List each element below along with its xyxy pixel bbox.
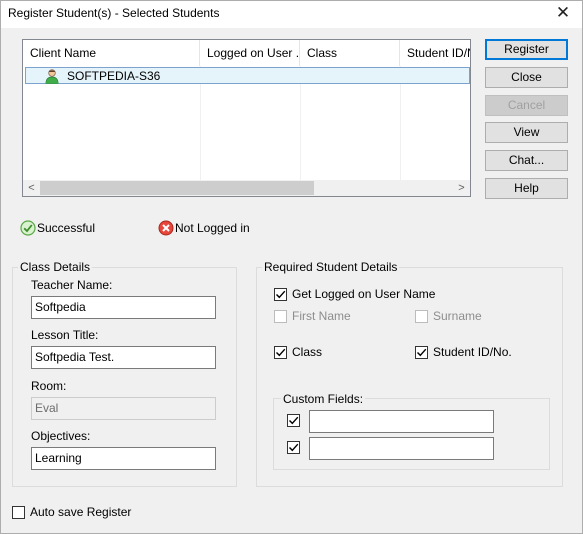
register-button[interactable]: Register xyxy=(485,39,568,60)
close-button[interactable]: Close xyxy=(485,67,568,88)
checkbox-box xyxy=(274,310,287,323)
custom-fields-title: Custom Fields: xyxy=(281,392,366,406)
objectives-label: Objectives: xyxy=(31,429,91,443)
horizontal-scrollbar[interactable]: < > xyxy=(23,180,470,196)
cancel-button[interactable]: Cancel xyxy=(485,95,568,116)
class-details-title: Class Details xyxy=(18,260,93,274)
first-name-label: First Name xyxy=(292,309,351,323)
lesson-title-field[interactable]: Softpedia Test. xyxy=(31,346,216,369)
column-logged-on-user[interactable]: Logged on User ... xyxy=(200,40,300,66)
chat-button[interactable]: Chat... xyxy=(485,150,568,171)
teacher-name-field[interactable]: Softpedia xyxy=(31,296,216,319)
objectives-field[interactable]: Learning xyxy=(31,447,216,470)
help-button[interactable]: Help xyxy=(485,178,568,199)
required-details-title: Required Student Details xyxy=(262,260,400,274)
checkbox-box xyxy=(287,441,300,454)
window-title: Register Student(s) - Selected Students xyxy=(8,6,220,20)
student-user-icon xyxy=(44,68,60,84)
list-header: Client Name Logged on User ... Class Stu… xyxy=(23,40,470,66)
column-student-id[interactable]: Student ID/No xyxy=(400,40,470,66)
custom-field-2-input[interactable] xyxy=(309,437,494,460)
checkbox-box xyxy=(415,310,428,323)
class-label: Class xyxy=(292,345,323,359)
checkbox-box xyxy=(287,414,300,427)
scroll-left-icon[interactable]: < xyxy=(23,180,40,196)
list-item[interactable]: SOFTPEDIA-S36 xyxy=(25,67,470,84)
scroll-right-icon[interactable]: > xyxy=(453,180,470,196)
legend-successful-label: Successful xyxy=(37,221,96,235)
title-bar: Register Student(s) - Selected Students … xyxy=(0,0,583,28)
checkbox-box xyxy=(274,346,287,359)
legend-not-logged-in-label: Not Logged in xyxy=(175,221,250,235)
client-name: SOFTPEDIA-S36 xyxy=(67,69,161,83)
student-id-label: Student ID/No. xyxy=(433,345,512,359)
view-button[interactable]: View xyxy=(485,122,568,143)
teacher-name-label: Teacher Name: xyxy=(31,278,113,292)
close-window-icon[interactable]: ✕ xyxy=(553,3,573,23)
column-class[interactable]: Class xyxy=(300,40,400,66)
checkbox-box xyxy=(274,288,287,301)
room-field[interactable]: Eval xyxy=(31,397,216,420)
error-circle-icon xyxy=(158,220,174,239)
checkbox-box xyxy=(12,506,25,519)
surname-label: Surname xyxy=(433,309,482,323)
room-label: Room: xyxy=(31,379,67,393)
student-list[interactable]: Client Name Logged on User ... Class Stu… xyxy=(22,39,471,197)
auto-save-label: Auto save Register xyxy=(30,505,132,519)
scroll-thumb[interactable] xyxy=(40,181,314,195)
custom-field-1-input[interactable] xyxy=(309,410,494,433)
column-client-name[interactable]: Client Name xyxy=(23,40,200,66)
checkbox-box xyxy=(415,346,428,359)
get-logged-on-label: Get Logged on User Name xyxy=(292,287,436,301)
lesson-title-label: Lesson Title: xyxy=(31,328,99,342)
check-circle-icon xyxy=(20,220,36,239)
